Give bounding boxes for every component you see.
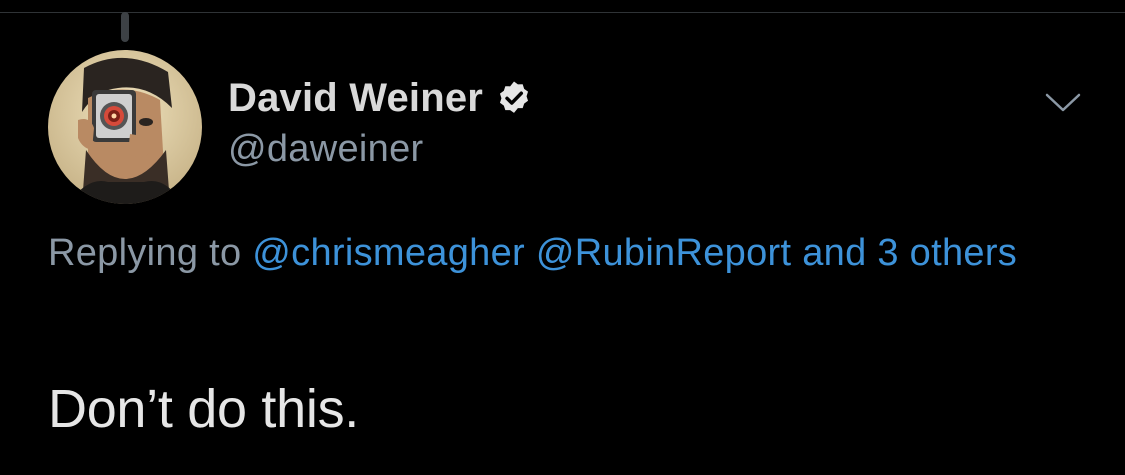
author-handle[interactable]: @daweiner bbox=[228, 128, 533, 171]
avatar[interactable] bbox=[48, 50, 202, 204]
mention-rubinreport[interactable]: @RubinReport bbox=[536, 232, 792, 274]
tweet-menu-button[interactable] bbox=[1040, 88, 1086, 118]
thread-top-divider bbox=[0, 12, 1125, 13]
verified-badge-icon bbox=[495, 79, 533, 117]
tweet-text: Don’t do this. bbox=[48, 379, 359, 439]
replying-to-label: Replying to bbox=[48, 232, 242, 274]
mention-others-link[interactable]: and 3 others bbox=[802, 232, 1017, 274]
author-block[interactable]: David Weiner @daweiner bbox=[228, 70, 533, 171]
display-name[interactable]: David Weiner bbox=[228, 76, 483, 121]
reply-context: Replying to @chrismeagher @RubinReport a… bbox=[48, 222, 1088, 284]
mention-chrismeagher[interactable]: @chrismeagher bbox=[252, 232, 525, 274]
chevron-down-icon bbox=[1045, 93, 1081, 112]
thread-connector-line bbox=[121, 12, 129, 42]
name-row: David Weiner bbox=[228, 70, 533, 126]
